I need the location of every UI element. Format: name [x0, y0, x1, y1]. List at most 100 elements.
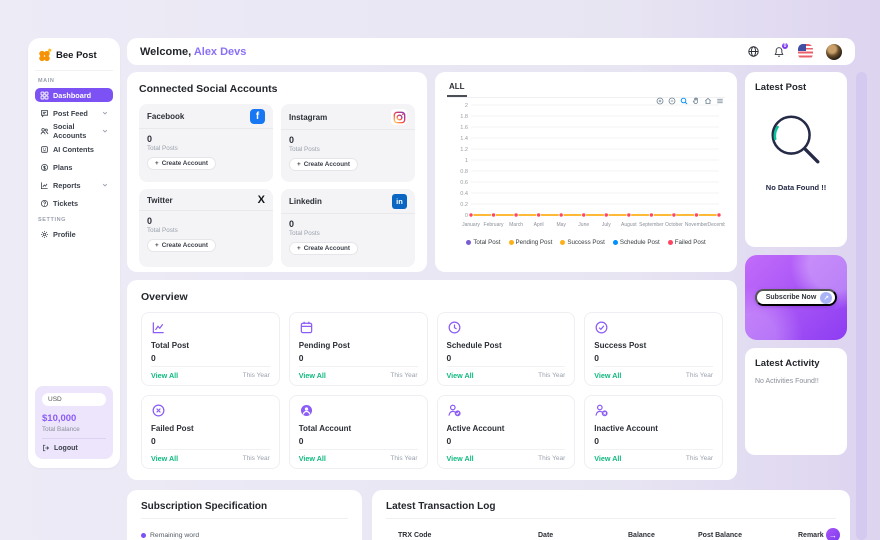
latest-activity-card: Latest Activity No Activities Found!! [745, 348, 847, 455]
posts-chart-card: ALL 21.81.61.41.210.80.60.40.20JanuaryFe… [435, 72, 737, 272]
social-count: 0 [289, 219, 407, 229]
overview-grid: Total Post 0 View All This Year Pending … [141, 312, 723, 469]
user-avatar[interactable] [826, 44, 842, 60]
language-flag-icon[interactable] [798, 44, 813, 59]
social-total-label: Total Posts [289, 230, 407, 237]
create-account-button[interactable]: + Create Account [289, 158, 358, 171]
user-circle-icon [299, 403, 314, 418]
overview-card-failed-post: Failed Post 0 View All This Year [141, 395, 280, 469]
svg-text:0: 0 [465, 213, 468, 219]
overview-card-schedule-post: Schedule Post 0 View All This Year [437, 312, 576, 386]
plus-icon: + [297, 245, 301, 252]
plus-icon: + [297, 161, 301, 168]
social-card-linkedin: Linkedin in 0 Total Posts + Create Accou… [281, 189, 415, 267]
connected-social-accounts-card: Connected Social Accounts Facebook f 0 T… [127, 72, 427, 272]
view-all-link[interactable]: View All [299, 371, 326, 380]
calendar-icon [299, 320, 314, 335]
social-count: 0 [289, 135, 407, 145]
legend-item[interactable]: Failed Post [668, 239, 706, 246]
notifications-button[interactable]: 0 [773, 46, 785, 58]
overview-item-title: Active Account [447, 424, 566, 433]
currency-select[interactable]: USD [42, 393, 106, 406]
period-label: This Year [390, 372, 417, 379]
divider [141, 518, 348, 519]
sidebar-item-label: Tickets [53, 199, 78, 208]
legend-item[interactable]: Pending Post [509, 239, 553, 246]
check-circle-icon [594, 320, 609, 335]
view-all-link[interactable]: View All [299, 454, 326, 463]
legend-item[interactable]: Schedule Post [613, 239, 660, 246]
latest-activity-title: Latest Activity [755, 358, 837, 369]
legend-item[interactable]: Success Post [560, 239, 605, 246]
period-label: This Year [538, 372, 565, 379]
legend-item[interactable]: Total Post [466, 239, 500, 246]
scrollbar-thumb[interactable] [856, 72, 867, 540]
social-total-label: Total Posts [289, 146, 407, 153]
view-all-link[interactable]: View All [447, 454, 474, 463]
subscription-legend[interactable]: Remaining word [141, 532, 348, 539]
social-total-label: Total Posts [147, 227, 265, 234]
period-label: This Year [686, 455, 713, 462]
globe-icon[interactable] [747, 45, 760, 58]
user-check-icon [447, 403, 462, 418]
svg-text:0.4: 0.4 [460, 191, 468, 197]
period-label: This Year [390, 455, 417, 462]
view-all-link[interactable]: View All [447, 371, 474, 380]
selection-zoom-icon[interactable] [680, 97, 688, 105]
overview-item-value: 0 [151, 436, 270, 446]
zoom-in-icon[interactable] [656, 97, 664, 105]
pan-icon[interactable] [692, 97, 700, 105]
arrow-up-right-icon: ↗ [820, 292, 832, 304]
legend-dot [613, 240, 618, 245]
x-circle-icon [151, 403, 166, 418]
social-card-title: Connected Social Accounts [139, 83, 415, 95]
home-icon[interactable] [704, 97, 712, 105]
legend-label: Schedule Post [620, 239, 660, 246]
sidebar-item-label: Post Feed [53, 109, 88, 118]
svg-text:June: June [578, 222, 589, 228]
legend-label: Failed Post [675, 239, 706, 246]
svg-text:1.4: 1.4 [460, 136, 468, 142]
sidebar-item-reports[interactable]: Reports [35, 178, 113, 192]
row-action-button[interactable]: → [826, 528, 840, 540]
create-account-button[interactable]: + Create Account [147, 157, 216, 170]
view-all-link[interactable]: View All [151, 454, 178, 463]
sidebar-item-plans[interactable]: Plans [35, 160, 113, 174]
logout-button[interactable]: Logout [42, 444, 106, 452]
sidebar-item-social-accounts[interactable]: Social Accounts [35, 124, 113, 138]
zoom-out-icon[interactable] [668, 97, 676, 105]
sidebar-item-ai-contents[interactable]: AI Contents [35, 142, 113, 156]
chart-tabs: ALL [447, 82, 725, 98]
view-all-link[interactable]: View All [594, 371, 621, 380]
subscription-title: Subscription Specification [141, 501, 348, 512]
legend-dot [668, 240, 673, 245]
create-account-button[interactable]: + Create Account [289, 242, 358, 255]
app-title: Bee Post [56, 50, 97, 61]
column-header: Post Balance [698, 532, 798, 539]
svg-text:March: March [509, 222, 523, 228]
overview-item-title: Success Post [594, 341, 713, 350]
social-name: Linkedin [289, 197, 322, 206]
sidebar-item-label: AI Contents [53, 145, 94, 154]
sidebar-item-tickets[interactable]: Tickets [35, 196, 113, 210]
balance-label: Total Balance [42, 426, 106, 439]
sidebar-item-post-feed[interactable]: Post Feed [35, 106, 113, 120]
svg-text:1.8: 1.8 [460, 114, 468, 120]
logout-label: Logout [54, 445, 78, 452]
svg-text:2: 2 [465, 103, 468, 109]
create-account-button[interactable]: + Create Account [147, 239, 216, 252]
overview-item-title: Total Post [151, 341, 270, 350]
view-all-link[interactable]: View All [151, 371, 178, 380]
overview-item-value: 0 [299, 436, 418, 446]
sidebar-item-profile[interactable]: Profile [35, 227, 113, 241]
sidebar-item-dashboard[interactable]: Dashboard [35, 88, 113, 102]
view-all-link[interactable]: View All [594, 454, 621, 463]
social-card-instagram: Instagram 0 Total [281, 104, 415, 182]
subscribe-label: Subscribe Now [766, 294, 817, 301]
overview-item-value: 0 [594, 353, 713, 363]
overview-item-title: Failed Post [151, 424, 270, 433]
menu-icon[interactable] [716, 97, 724, 105]
tab-all[interactable]: ALL [447, 82, 467, 97]
subscribe-now-button[interactable]: Subscribe Now ↗ [755, 289, 838, 306]
dashboard-icon [40, 91, 49, 100]
